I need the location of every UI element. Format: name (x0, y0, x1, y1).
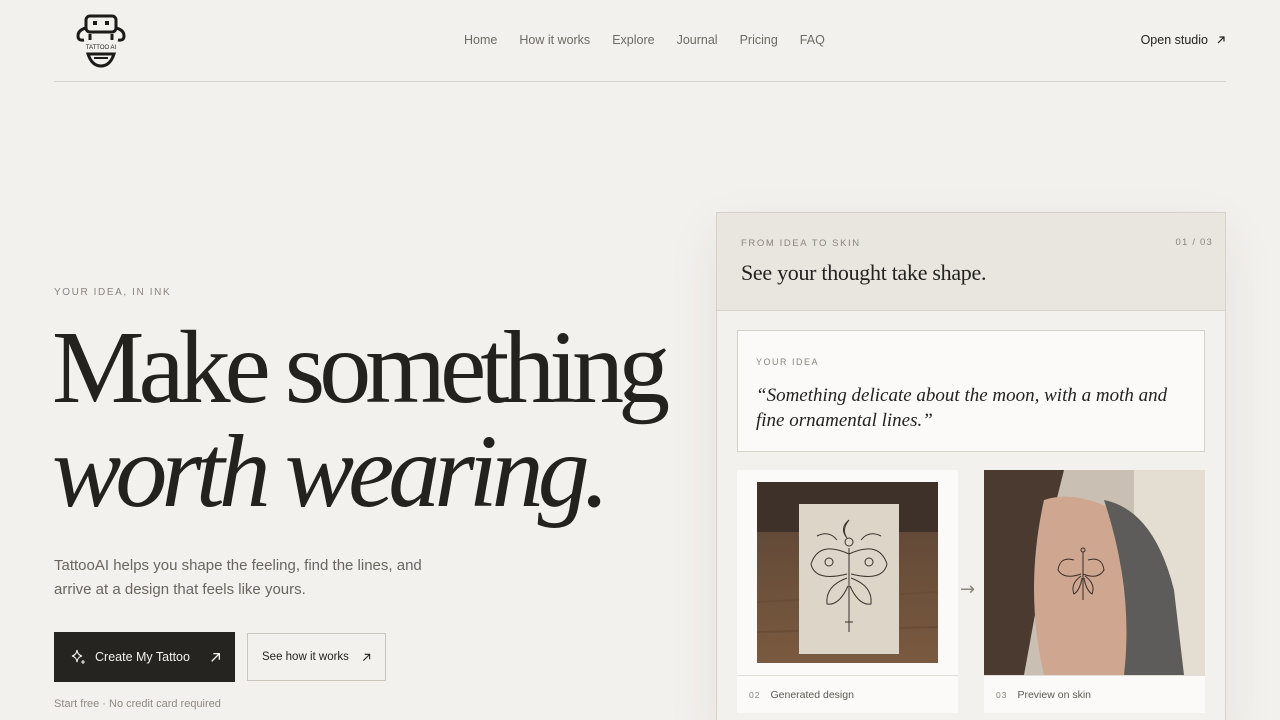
tattoo-ai-logo[interactable]: TATTOO AI (74, 14, 128, 70)
see-how-it-works-label: See how it works (262, 651, 349, 663)
panel-caption: Generated design (770, 688, 854, 701)
nav-faq[interactable]: FAQ (800, 33, 825, 47)
arrow-up-right-icon (362, 653, 371, 661)
sparkle-icon (71, 649, 85, 664)
nav-pricing[interactable]: Pricing (740, 33, 778, 47)
nav-explore[interactable]: Explore (612, 33, 654, 47)
card-eyebrow: FROM IDEA TO SKIN (741, 238, 861, 249)
nav-how-it-works[interactable]: How it works (519, 33, 590, 47)
logo-wordmark: TATTOO AI (86, 45, 117, 51)
card-counter: 01 / 03 (1175, 237, 1213, 248)
hero-title-line-2: worth wearing. (52, 414, 610, 529)
arrow-up-right-icon (211, 652, 221, 662)
panel-caption: Preview on skin (1017, 688, 1091, 701)
panel-number: 02 (749, 689, 761, 700)
open-studio-label: Open studio (1140, 33, 1208, 47)
preview-on-skin-panel: 03 Preview on skin (984, 470, 1205, 713)
create-my-tattoo-label: Create My Tattoo (95, 650, 190, 664)
see-how-it-works-button[interactable]: See how it works (247, 633, 386, 681)
panel-number: 03 (996, 689, 1008, 700)
main-nav: Home How it works Explore Journal Pricin… (464, 33, 825, 47)
hero-description: TattooAI helps you shape the feeling, fi… (54, 557, 422, 598)
panel-footer: 02 Generated design (737, 675, 958, 713)
arrow-right-icon: → (960, 579, 976, 600)
create-my-tattoo-button[interactable]: Create My Tattoo (54, 632, 235, 682)
fine-print: Start free · No credit card required (54, 698, 221, 710)
generated-design-panel: 02 Generated design (737, 470, 958, 713)
nav-home[interactable]: Home (464, 33, 497, 47)
open-studio-link[interactable]: Open studio (1141, 33, 1226, 47)
idea-box: YOUR IDEA “Something delicate about the … (737, 330, 1205, 452)
card-title: See your thought take shape. (741, 260, 987, 285)
arrow-up-right-icon (1217, 36, 1225, 44)
nav-journal[interactable]: Journal (677, 33, 718, 47)
hero-title: Make something worth wearing. (52, 316, 672, 524)
idea-to-skin-card: FROM IDEA TO SKIN 01 / 03 See your thoug… (716, 212, 1226, 720)
idea-quote: “Something delicate about the moon, with… (756, 385, 1168, 431)
idea-label: YOUR IDEA (756, 357, 820, 367)
site-header: TATTOO AI Home How it works Explore Jour… (54, 0, 1226, 82)
panel-footer: 03 Preview on skin (984, 675, 1205, 713)
card-header: FROM IDEA TO SKIN 01 / 03 See your thoug… (717, 213, 1225, 311)
preview-on-skin-image (984, 470, 1205, 675)
generated-design-image (757, 482, 938, 663)
hero-title-line-1: Make something (52, 310, 670, 425)
hero-eyebrow: YOUR IDEA, IN INK (54, 287, 172, 298)
